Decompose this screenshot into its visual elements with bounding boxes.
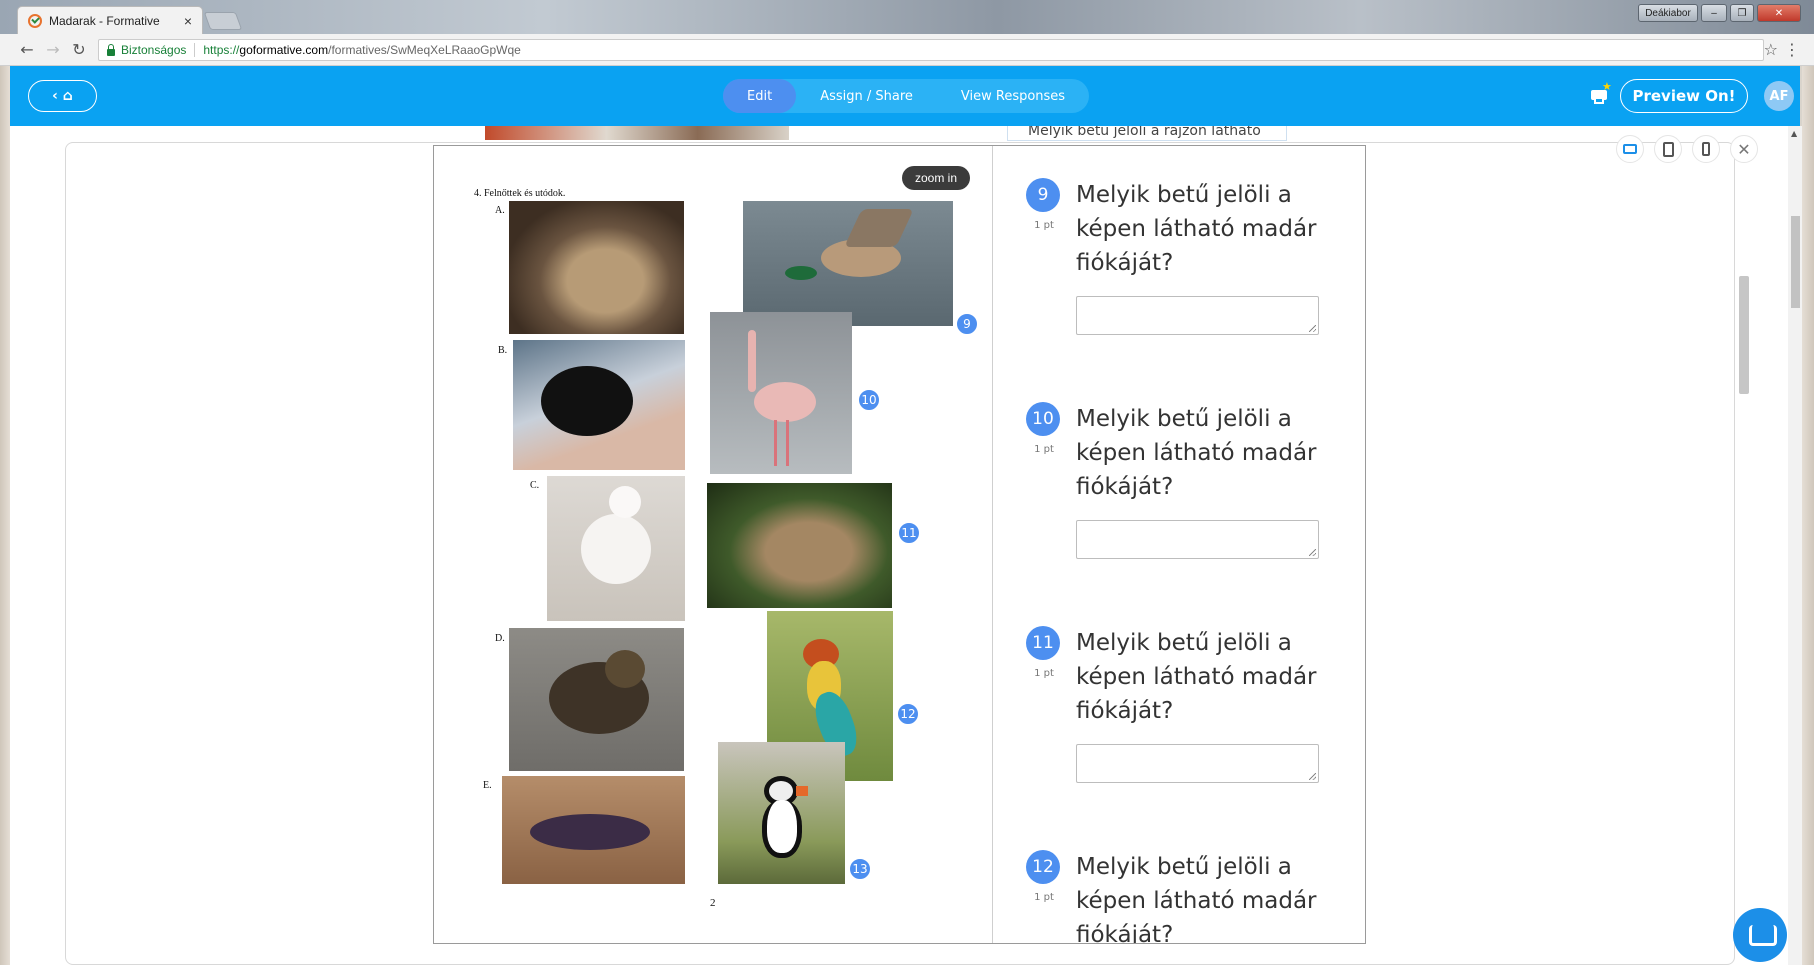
previous-question-text: Melyik betű jelöli a rajzon látható — [1007, 126, 1287, 141]
pin-13[interactable]: 13 — [848, 857, 872, 881]
pin-9[interactable]: 9 — [955, 312, 979, 336]
restore-button[interactable]: ❐ — [1730, 4, 1754, 22]
label-a: A. — [495, 205, 505, 216]
lock-icon — [107, 43, 115, 56]
url-host: goformative.com — [239, 43, 329, 57]
user-avatar[interactable]: AF — [1764, 81, 1794, 111]
bookmark-star-icon[interactable]: ☆ — [1764, 40, 1778, 59]
question-points: 1 pt — [1034, 668, 1054, 679]
answer-input[interactable] — [1076, 296, 1319, 335]
questions-pane: 9 1 pt Melyik betű jelöli a képen láthat… — [994, 146, 1365, 944]
window-scrollbar[interactable]: ▲ — [1788, 126, 1802, 965]
window-edge-left — [0, 66, 10, 965]
question-points: 1 pt — [1034, 220, 1054, 231]
laptop-icon — [1623, 144, 1637, 154]
zoom-in-button[interactable]: zoom in — [902, 166, 971, 190]
pin-10[interactable]: 10 — [857, 388, 881, 412]
question-number-badge: 11 — [1026, 626, 1060, 660]
scroll-up-icon[interactable]: ▲ — [1791, 129, 1797, 138]
answer-input[interactable] — [1076, 744, 1319, 783]
tab-assign-share[interactable]: Assign / Share — [796, 79, 937, 113]
tab-close-icon[interactable]: × — [184, 13, 192, 29]
question-number-badge: 10 — [1026, 402, 1060, 436]
question-text: Melyik betű jelöli a képen látható madár… — [1076, 182, 1317, 276]
device-toggle-bar: ✕ — [1616, 135, 1758, 163]
user-badge[interactable]: Deákiabor — [1638, 4, 1698, 22]
pin-12[interactable]: 12 — [896, 702, 920, 726]
browser-titlebar: Madarak - Formative × Deákiabor – ❐ ✕ — [0, 0, 1814, 34]
answer-input[interactable] — [1076, 520, 1319, 559]
home-button[interactable]: ‹ ⌂ — [28, 80, 97, 112]
puffin-photo — [718, 742, 845, 884]
preview-on-button[interactable]: Preview On! — [1620, 79, 1748, 113]
worksheet-title: 4. Felnőttek és utódok. — [474, 188, 566, 199]
print-icon[interactable]: ★ — [1588, 80, 1612, 106]
tab-edit[interactable]: Edit — [723, 79, 797, 113]
flamingo-photo — [710, 312, 852, 474]
forward-icon[interactable]: → — [40, 40, 66, 59]
window-controls: Deákiabor – ❐ ✕ — [1638, 4, 1801, 22]
question-text: Melyik betű jelöli a képen látható madár… — [1076, 630, 1317, 724]
secure-label: Biztonságos — [121, 43, 196, 57]
desktop-view-button[interactable] — [1616, 135, 1644, 163]
question-points: 1 pt — [1034, 892, 1054, 903]
minimize-button[interactable]: – — [1701, 4, 1727, 22]
worksheet-page-number: 2 — [710, 897, 716, 909]
previous-bird-photo — [485, 126, 789, 140]
chat-support-icon[interactable] — [1733, 908, 1787, 962]
chick-c-photo — [547, 476, 685, 621]
formative-favicon-icon — [28, 13, 42, 28]
url-path: /formatives/SwMeqXeLRaaoGpWqe — [328, 43, 521, 57]
address-toolbar: ← → ↻ Biztonságos https://goformative.co… — [0, 34, 1814, 66]
chick-a-photo — [509, 201, 684, 334]
tablet-icon — [1662, 141, 1674, 157]
quail-photo — [707, 483, 892, 608]
url-scheme: https:// — [203, 43, 240, 57]
tablet-view-button[interactable] — [1654, 135, 1682, 163]
url-bar[interactable]: Biztonságos https://goformative.com/form… — [98, 39, 1764, 61]
question-number-badge: 9 — [1026, 178, 1060, 212]
window-close-button[interactable]: ✕ — [1757, 4, 1801, 22]
mallard-photo — [743, 201, 953, 326]
window-edge-right — [1802, 66, 1814, 965]
browser-tab[interactable]: Madarak - Formative × — [17, 6, 203, 34]
browser-menu-icon[interactable]: ⋮ — [1784, 40, 1800, 59]
label-e: E. — [483, 780, 492, 791]
phone-icon — [1702, 142, 1710, 156]
tab-title: Madarak - Formative — [49, 13, 160, 28]
question-number-badge: 12 — [1026, 850, 1060, 884]
new-tab-button[interactable] — [203, 12, 243, 30]
scrollbar-thumb[interactable] — [1739, 276, 1749, 394]
label-c: C. — [530, 480, 540, 491]
chick-d-photo — [509, 628, 684, 771]
scrollbar-thumb[interactable] — [1791, 216, 1800, 308]
label-d: D. — [495, 633, 505, 644]
back-icon[interactable]: ← — [14, 40, 40, 59]
mode-switcher: Edit Assign / Share View Responses — [723, 79, 1090, 113]
worksheet-pane[interactable]: zoom in 4. Felnőttek és utódok. A. B. C.… — [434, 146, 993, 943]
student-view-frame: zoom in 4. Felnőttek és utódok. A. B. C.… — [433, 145, 1366, 944]
question-text: Melyik betű jelöli a képen látható madár… — [1076, 854, 1317, 944]
scrolled-content-peek: Melyik betű jelöli a rajzon látható — [433, 126, 1366, 142]
chick-e-photo — [502, 776, 685, 884]
pin-11[interactable]: 11 — [897, 521, 921, 545]
question-text: Melyik betű jelöli a képen látható madár… — [1076, 406, 1317, 500]
question-points: 1 pt — [1034, 444, 1054, 455]
label-b: B. — [498, 345, 508, 356]
app-header: ‹ ⌂ Edit Assign / Share View Responses ★… — [10, 66, 1800, 126]
tab-view-responses[interactable]: View Responses — [937, 79, 1089, 113]
chick-b-photo — [513, 340, 685, 470]
preview-scrollbar[interactable] — [1738, 126, 1750, 965]
phone-view-button[interactable] — [1692, 135, 1720, 163]
reload-icon[interactable]: ↻ — [66, 40, 92, 59]
